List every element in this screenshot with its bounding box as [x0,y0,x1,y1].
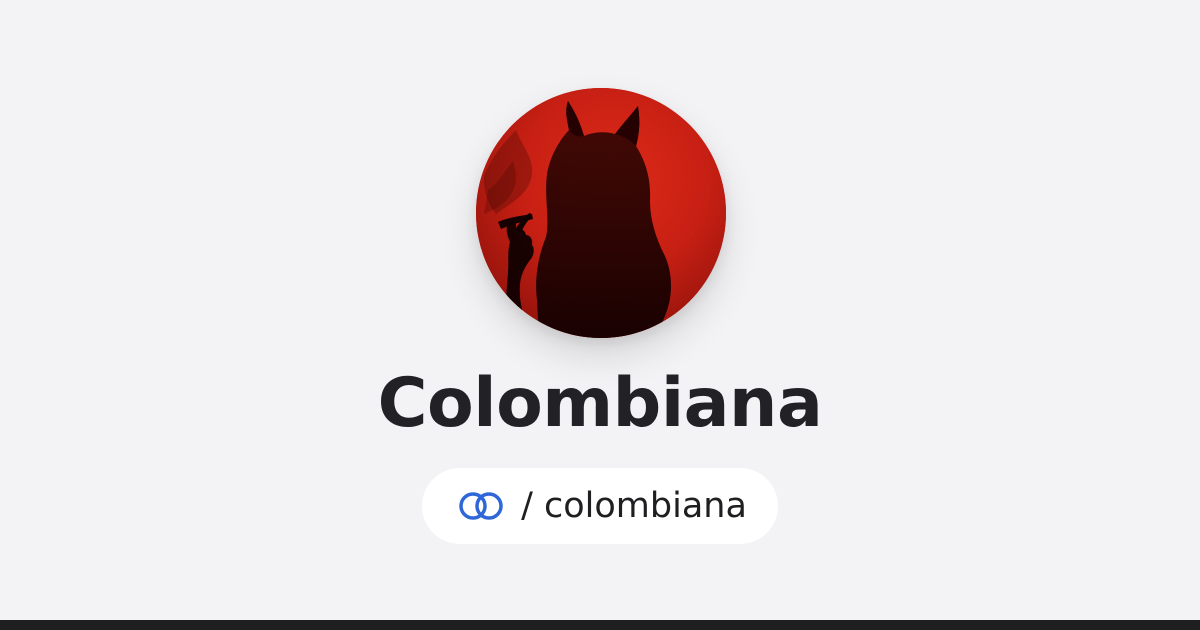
red-devil-silhouette-avatar [476,88,726,338]
profile-handle: / colombiana [521,486,747,526]
profile-display-name: Colombiana [377,364,823,443]
bottom-bar [0,620,1200,630]
profile-share-card: Colombiana / colombiana [0,0,1200,620]
interlinked-rings-icon [453,489,509,523]
profile-handle-pill[interactable]: / colombiana [422,468,778,544]
profile-avatar [476,88,726,338]
